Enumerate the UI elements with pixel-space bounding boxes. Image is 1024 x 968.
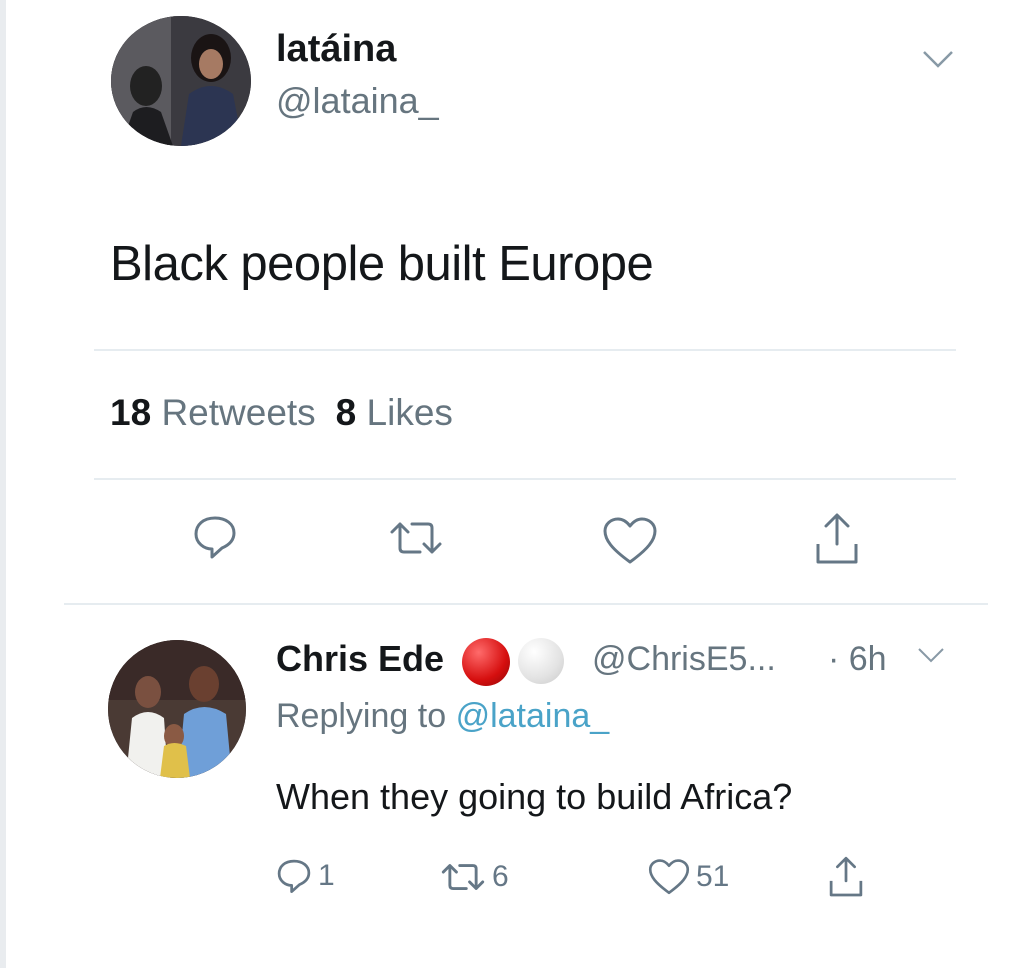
reply-icon bbox=[194, 516, 236, 559]
chevron-down-icon[interactable] bbox=[916, 646, 946, 666]
reply-icon bbox=[277, 859, 311, 894]
like-icon bbox=[648, 859, 690, 895]
reply-author-handle[interactable]: @ChrisE5... bbox=[592, 640, 776, 679]
divider bbox=[94, 349, 956, 351]
left-edge bbox=[0, 0, 6, 968]
share-icon bbox=[816, 513, 858, 564]
tweet-text: Black people built Europe bbox=[110, 237, 654, 291]
retweets-label[interactable]: Retweets bbox=[161, 392, 315, 433]
reply-button[interactable] bbox=[192, 514, 238, 560]
chevron-down-icon[interactable] bbox=[920, 48, 956, 72]
author-avatar[interactable] bbox=[111, 16, 251, 146]
likes-label[interactable]: Likes bbox=[367, 392, 453, 433]
replying-to: Replying to @lataina_ bbox=[276, 697, 609, 736]
replying-prefix: Replying to bbox=[276, 697, 447, 735]
tweet-stats: 18 Retweets 8 Likes bbox=[110, 392, 453, 434]
reply-author-display-name[interactable]: Chris Ede bbox=[276, 638, 444, 680]
replying-mention-link[interactable]: @lataina_ bbox=[456, 697, 610, 735]
retweet-icon bbox=[441, 864, 485, 890]
like-button[interactable] bbox=[602, 516, 658, 566]
red-circle-icon bbox=[462, 638, 510, 686]
divider bbox=[94, 478, 956, 480]
author-handle[interactable]: @lataina_ bbox=[276, 80, 439, 122]
retweet-icon bbox=[390, 522, 442, 554]
reply-reply-button[interactable]: 1 bbox=[276, 858, 335, 894]
retweets-count[interactable]: 18 bbox=[110, 392, 151, 433]
author-display-name[interactable]: latáina bbox=[276, 28, 396, 71]
reply-retweet-button[interactable]: 6 bbox=[440, 860, 509, 894]
reply-text: When they going to build Africa? bbox=[276, 776, 793, 817]
white-circle-icon bbox=[518, 638, 564, 684]
like-count: 51 bbox=[696, 860, 730, 893]
like-icon bbox=[603, 517, 657, 564]
share-icon bbox=[829, 856, 863, 897]
reply-timestamp[interactable]: · 6h bbox=[828, 640, 887, 679]
reply-share-button[interactable] bbox=[828, 854, 864, 900]
reply-like-button[interactable]: 51 bbox=[648, 858, 729, 896]
divider bbox=[64, 603, 988, 605]
reply-author-avatar[interactable] bbox=[108, 640, 246, 778]
share-button[interactable] bbox=[814, 510, 860, 568]
reply-count: 1 bbox=[318, 859, 335, 892]
retweet-button[interactable] bbox=[388, 520, 444, 556]
retweet-count: 6 bbox=[492, 860, 509, 893]
likes-count[interactable]: 8 bbox=[336, 392, 357, 433]
